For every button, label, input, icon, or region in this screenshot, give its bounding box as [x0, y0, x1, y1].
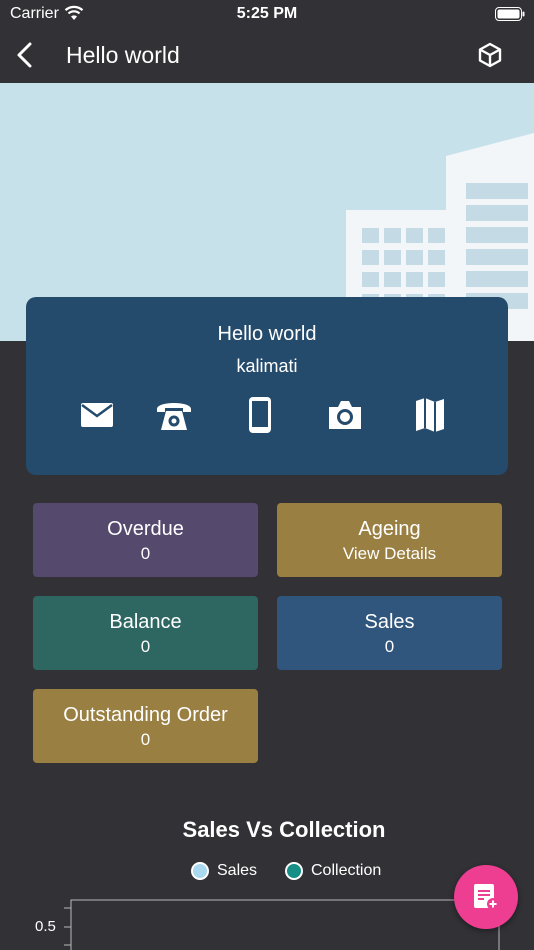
tile-title: Ageing [358, 518, 421, 540]
tile-title: Outstanding Order [63, 704, 228, 726]
nav-bar: Hello world [0, 28, 534, 83]
chart-title: Sales Vs Collection [182, 817, 386, 842]
tile-title: Balance [109, 611, 182, 633]
status-bar: Carrier 5:25 PM [0, 0, 534, 28]
camera-icon[interactable] [325, 397, 365, 433]
sales-tile[interactable]: Sales 0 [277, 596, 502, 670]
tile-value: 0 [140, 730, 151, 749]
note-add-icon [474, 884, 499, 910]
profile-name: Hello world [217, 323, 317, 345]
tile-title: Sales [364, 611, 415, 633]
balance-tile[interactable]: Balance 0 [33, 596, 258, 670]
add-note-button[interactable] [454, 865, 518, 929]
outstanding-order-tile[interactable]: Outstanding Order 0 [33, 689, 258, 763]
cube-icon[interactable] [476, 41, 504, 69]
chevron-left-icon[interactable] [12, 40, 38, 70]
tile-value: 0 [384, 637, 395, 656]
page-title: Hello world [66, 42, 180, 68]
y-tick-label: 0.5 [35, 918, 56, 935]
mail-icon[interactable] [77, 397, 117, 433]
map-icon[interactable] [410, 397, 450, 433]
plot-frame [70, 899, 500, 950]
overdue-tile[interactable]: Overdue 0 [33, 503, 258, 577]
legend-marker [285, 862, 303, 880]
profile-card: Hello world kalimati [26, 297, 508, 475]
tile-title: Overdue [107, 518, 184, 540]
battery-icon [495, 7, 525, 21]
legend-marker [191, 862, 209, 880]
legend-label: Collection [311, 862, 382, 879]
ageing-tile[interactable]: Ageing View Details [277, 503, 502, 577]
tile-value: 0 [140, 637, 151, 656]
profile-location: kalimati [236, 356, 298, 376]
phone-icon[interactable] [154, 397, 194, 433]
legend-label: Sales [217, 862, 258, 879]
status-time: 5:25 PM [236, 5, 298, 22]
mobile-icon[interactable] [240, 397, 280, 433]
tile-value: 0 [140, 544, 151, 563]
tile-value: View Details [342, 544, 437, 563]
